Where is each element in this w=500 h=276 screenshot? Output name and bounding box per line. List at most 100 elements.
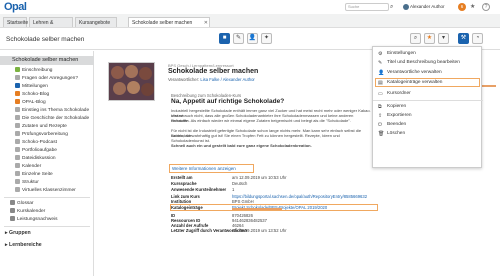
sidebar-item-kurskalender[interactable]: Kurskalender <box>0 208 94 216</box>
sidebar-item-leistungsnachweis[interactable]: Leistungsnachweis <box>0 216 94 224</box>
trash-icon: 🗑 <box>378 131 385 137</box>
folder-icon: ▭ <box>378 91 383 97</box>
node-icon <box>15 83 20 88</box>
sidebar-item-label: Portfolioaufgabe <box>22 148 57 153</box>
sidebar-item[interactable]: Portfolioaufgabe <box>0 147 94 155</box>
power-icon: ⏻ <box>378 122 382 128</box>
sidebar-item[interactable]: Struktur <box>0 179 94 187</box>
settings-button[interactable]: ◔ <box>472 33 483 44</box>
sidebar-title[interactable]: Schokolade selber machen <box>0 56 94 65</box>
menu-item-label: Katalogeinträge verwalten <box>387 80 443 85</box>
tools-dropdown-menu: ⚙ Einstellungen ✎ Titel und Beschreibung b… <box>372 46 483 168</box>
detail-label: Kurssprache <box>171 181 197 186</box>
sidebar-item[interactable]: Virtuelles Klassenzimmer <box>0 187 94 195</box>
sidebar-item-label: Kalender <box>22 164 42 169</box>
sidebar-item-label: Kurskalender <box>17 209 46 214</box>
user-icon: 👤 <box>378 70 385 76</box>
sidebar-item-label: Schoko-Blog <box>22 92 50 97</box>
avatar[interactable] <box>403 4 409 10</box>
sidebar-item-label: Einschreibung <box>22 68 53 73</box>
page-title: Schokolade selber machen <box>168 68 259 75</box>
pencil-icon: ✎ <box>378 60 383 66</box>
node-icon <box>15 67 20 72</box>
divider <box>4 197 90 198</box>
menu-item-label: Titel und Beschreibung bearbeiten <box>387 60 460 65</box>
share-button[interactable]: ✦ <box>261 33 272 44</box>
menu-item-titel[interactable]: ✎ Titel und Beschreibung bearbeiten <box>373 59 483 67</box>
sidebar-item[interactable]: Prüfungsvorbereitung <box>0 131 94 139</box>
menu-item-beenden[interactable]: ⏻ Beenden <box>373 121 483 129</box>
user-name[interactable]: Alexander Author <box>410 4 445 10</box>
node-icon <box>15 107 20 112</box>
sidebar-item[interactable]: Einzelne Seite <box>0 171 94 179</box>
top-bar: Opal Suche ⌕ Alexander Author 6 ★ ? <box>0 0 500 14</box>
menu-item-exportieren[interactable]: ⇪ Exportieren <box>373 112 483 120</box>
menu-item-verantwortliche[interactable]: 👤 Verantwortliche verwalten <box>373 69 483 77</box>
detail-label: Anwesende Kursteilnehmer <box>171 187 227 192</box>
tab-lehren-lernen[interactable]: Lehren & Lernen <box>29 17 73 36</box>
catalog-icon: ▤ <box>378 80 383 86</box>
sidebar-item-label: OPAL-Blog <box>22 100 46 105</box>
divider <box>4 226 90 227</box>
description-title: Na, Appetit auf richtige Schokolade? <box>171 98 285 105</box>
search-input[interactable]: Suche <box>345 3 389 11</box>
course-thumbnail <box>108 62 155 101</box>
menu-item-label: Verantwortliche verwalten <box>387 70 442 75</box>
tab-course-label: Schokolade selber machen <box>132 20 193 26</box>
tab-kursangebote[interactable]: Kursangebote <box>75 17 117 27</box>
sidebar-item[interactable]: Einstieg ins Thema Schokolade <box>0 107 94 115</box>
detail-value: 1 <box>232 187 235 192</box>
sidebar-item[interactable]: OPAL-Blog <box>0 99 94 107</box>
menu-item-kopieren[interactable]: ⧉ Kopieren <box>373 103 483 111</box>
chevron-down-icon[interactable]: ▾ <box>438 33 449 44</box>
menu-item-einstellungen[interactable]: ⚙ Einstellungen <box>373 50 483 58</box>
sidebar-groups[interactable]: ▸ Gruppen <box>0 229 94 237</box>
sidebar-item-label: Glossar <box>17 201 34 206</box>
star-icon[interactable]: ★ <box>470 3 478 11</box>
search-course-button[interactable]: ⌕ <box>410 33 421 44</box>
sidebar-item[interactable]: Schoko-Podcast <box>0 139 94 147</box>
sidebar-item[interactable]: Schoko-Blog <box>0 91 94 99</box>
sidebar-learning[interactable]: ▸ Lernbereiche <box>0 241 94 249</box>
home-button[interactable]: ■ <box>219 33 230 44</box>
menu-item-loeschen[interactable]: 🗑 Löschen <box>373 130 483 138</box>
sidebar-item[interactable]: Einschreibung <box>0 67 94 75</box>
menu-item-kursordner[interactable]: ▭ Kursordner <box>373 90 483 98</box>
menu-divider <box>373 100 483 101</box>
tools-button[interactable]: ⚒ <box>458 33 469 44</box>
sidebar-item-glossar[interactable]: Glossar <box>0 200 94 208</box>
sidebar-item-label: Struktur <box>22 180 39 185</box>
opal-logo[interactable]: Opal <box>4 1 32 13</box>
sidebar-item[interactable]: Zutaten und Rezepte <box>0 123 94 131</box>
paragraph-line: verkaufen. Als einfach wieder wir einmal… <box>171 118 351 123</box>
more-info-link[interactable]: Weitere Informationen anzeigen <box>169 164 254 173</box>
sidebar-item[interactable]: Mitteilungen <box>0 83 94 91</box>
tab-course[interactable]: Schokolade selber machen ✕ <box>128 17 210 27</box>
search-icon[interactable]: ⌕ <box>390 3 398 11</box>
sidebar-item[interactable]: Die Geschichte der Schokolade <box>0 115 94 123</box>
export-icon: ⇪ <box>378 113 383 119</box>
help-icon[interactable]: ? <box>482 3 490 11</box>
menu-item-katalog[interactable]: ▤ Katalogeinträge verwalten <box>373 79 483 87</box>
responsible-link[interactable]: Lisa Falke / Alexander Author <box>200 77 254 82</box>
edit-button[interactable]: ✎ <box>233 33 244 44</box>
tab-startseite[interactable]: Startseite <box>3 17 28 27</box>
node-icon <box>15 131 20 136</box>
menu-item-label: Einstellungen <box>387 51 416 56</box>
chart-icon <box>10 216 15 221</box>
sidebar-item-label: Zutaten und Rezepte <box>22 124 67 129</box>
sidebar-item-label: Die Geschichte der Schokolade <box>22 116 90 121</box>
close-icon[interactable]: ✕ <box>204 18 208 28</box>
sidebar-item[interactable]: Kalender <box>0 163 94 171</box>
node-icon <box>15 123 20 128</box>
user-button[interactable]: 👤 <box>247 33 258 44</box>
menu-item-label: Exportieren <box>387 113 412 118</box>
sidebar-item[interactable]: Fragen oder Anregungen? <box>0 75 94 83</box>
notification-badge[interactable]: 6 <box>458 3 466 11</box>
sidebar-item-label: Dateidiskussion <box>22 156 56 161</box>
sidebar-item-label: Leistungsnachweis <box>17 217 58 222</box>
sidebar-item[interactable]: Dateidiskussion <box>0 155 94 163</box>
sidebar-item-label: Einstieg ins Thema Schokolade <box>22 108 90 113</box>
star-button[interactable]: ★ <box>424 33 435 44</box>
annotation-arrow <box>232 208 282 210</box>
